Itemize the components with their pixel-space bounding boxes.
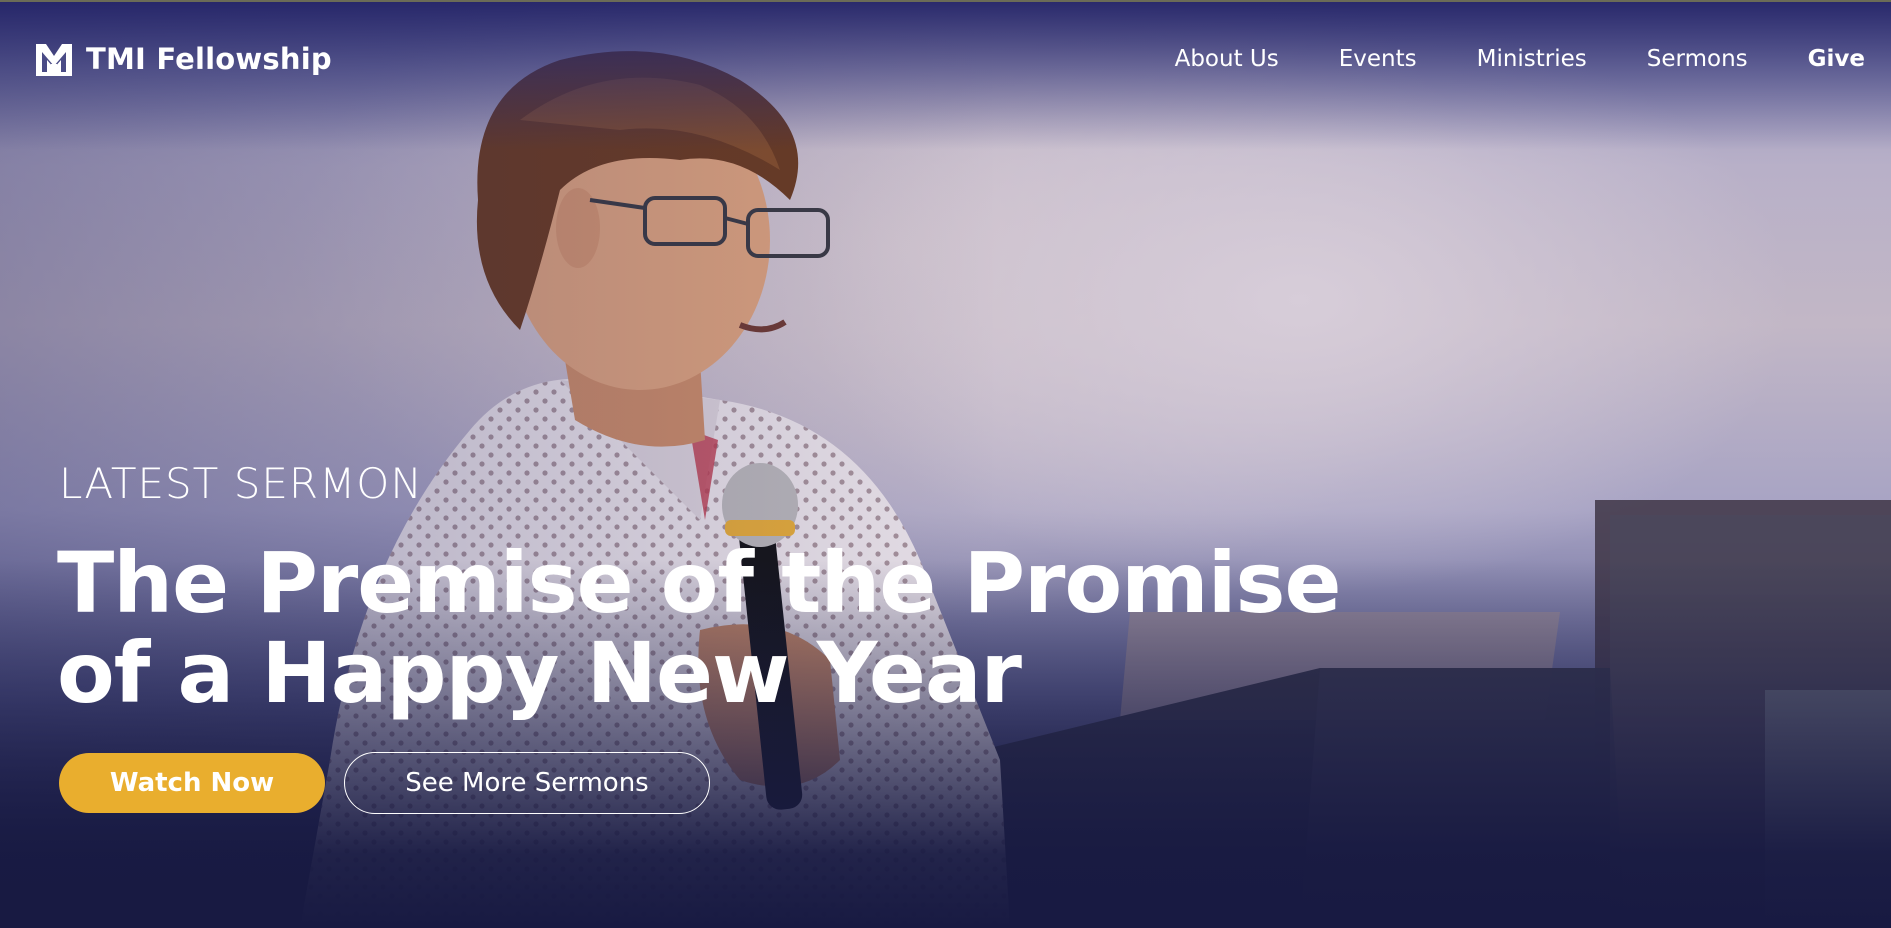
brand-name: TMI Fellowship — [86, 42, 332, 76]
main-nav: About Us Events Ministries Sermons Give — [1115, 42, 1865, 76]
hero-actions: Watch Now See More Sermons — [59, 752, 710, 814]
hero-title-line-1: The Premise of the Promise — [57, 534, 1341, 632]
site-header: TMI Fellowship About Us Events Ministrie… — [0, 0, 1891, 120]
nav-item-give[interactable]: Give — [1808, 42, 1865, 76]
watch-now-button[interactable]: Watch Now — [59, 753, 325, 813]
nav-item-sermons[interactable]: Sermons — [1647, 42, 1748, 76]
hero-title: The Premise of the Promise of a Happy Ne… — [57, 538, 1457, 718]
page: TMI Fellowship About Us Events Ministrie… — [0, 0, 1891, 928]
nav-item-events[interactable]: Events — [1339, 42, 1417, 76]
hero-eyebrow: LATEST SERMON — [59, 459, 423, 508]
brand-logo-link[interactable]: TMI Fellowship — [34, 40, 332, 78]
hero-title-line-2: of a Happy New Year — [57, 624, 1022, 722]
see-more-sermons-button[interactable]: See More Sermons — [344, 752, 710, 814]
nav-item-about-us[interactable]: About Us — [1175, 42, 1279, 76]
nav-item-ministries[interactable]: Ministries — [1477, 42, 1587, 76]
tmi-logo-icon — [36, 44, 72, 76]
